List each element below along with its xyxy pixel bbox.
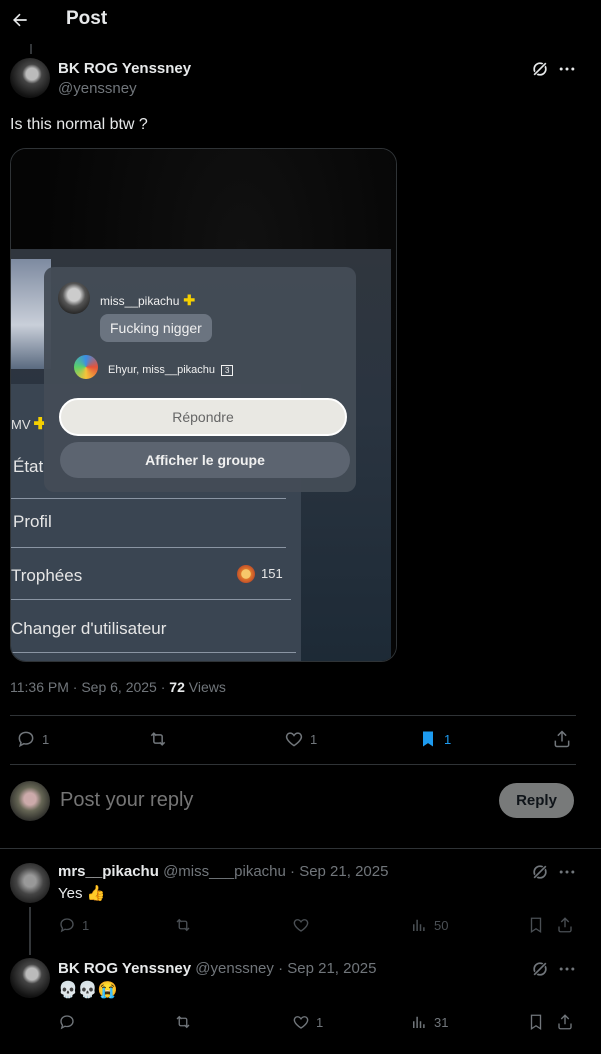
header: Post (0, 0, 601, 42)
reply-input[interactable] (60, 786, 480, 814)
share-action[interactable] (552, 729, 572, 749)
reply-text: Yes 👍 (58, 885, 106, 902)
bookmark-icon (530, 917, 542, 934)
repost-icon (176, 1015, 190, 1029)
share-icon (554, 730, 570, 748)
page-title: Post (66, 8, 108, 29)
group-avatar (74, 355, 98, 379)
reply-icon (60, 918, 74, 933)
reply-author-name[interactable]: BK ROG Yenssney (58, 960, 191, 977)
bookmark-action[interactable] (527, 1013, 545, 1031)
reply-action[interactable]: 1 (16, 729, 49, 749)
trophy-icon (237, 565, 255, 583)
reply-icon (60, 1015, 74, 1030)
bookmark-count: 1 (444, 731, 452, 747)
share-action[interactable] (556, 1013, 574, 1031)
analytics-icon (413, 919, 425, 931)
side-label: MV ✚ (11, 416, 47, 433)
menu-item-profile: Profil (13, 512, 52, 531)
reply-avatar[interactable] (10, 958, 50, 998)
reply-text: 💀💀😭 (58, 982, 118, 999)
bookmark-action[interactable] (527, 916, 545, 934)
reply-author-handle[interactable]: @yenssney (195, 960, 274, 977)
more-options-icon[interactable] (557, 959, 577, 979)
like-action[interactable]: 1 (284, 729, 317, 749)
author-name[interactable]: BK ROG Yenssney (58, 60, 191, 77)
heart-icon (285, 732, 303, 747)
reply-header: mrs__pikachu @miss___pikachu · Sep 21, 2… (58, 863, 388, 880)
composer-avatar (10, 781, 50, 821)
like-action[interactable] (292, 916, 310, 934)
share-icon (558, 917, 572, 933)
trophy-count: 151 (261, 566, 283, 581)
popup-avatar (58, 282, 90, 314)
post-timestamp[interactable]: 11:36 PM · Sep 6, 2025 · (10, 679, 165, 695)
like-count: 1 (310, 731, 318, 747)
grok-icon[interactable] (530, 59, 550, 79)
reply-icon (18, 731, 34, 748)
reply-count: 1 (42, 731, 50, 747)
menu-item-switch-user: Changer d'utilisateur (11, 619, 167, 638)
share-icon (558, 1014, 572, 1030)
post-meta: 11:36 PM · Sep 6, 2025 · 72 Views (10, 679, 226, 695)
analytics-icon (413, 1016, 425, 1028)
bookmark-action[interactable]: 1 (418, 729, 451, 749)
reply-submit-button[interactable]: Reply (499, 783, 574, 818)
post-text: Is this normal btw ? (10, 116, 148, 133)
message-popup: miss__pikachu ✚ Fucking nigger Ehyur, mis… (44, 267, 356, 492)
author-handle[interactable]: @yenssney (58, 80, 137, 97)
reply-avatar[interactable] (10, 863, 50, 903)
reply-date[interactable]: · Sep 21, 2025 (290, 863, 388, 880)
menu-item-state: État (13, 457, 44, 476)
popup-username: miss__pikachu ✚ (100, 292, 196, 308)
repost-action[interactable] (148, 729, 168, 749)
message-bubble: Fucking nigger (100, 314, 212, 342)
repost-action[interactable] (174, 916, 192, 934)
repost-action[interactable] (174, 1013, 192, 1031)
menu-item-trophies: Trophées (11, 566, 83, 585)
heart-icon (293, 1016, 309, 1029)
reply-action[interactable] (58, 1013, 76, 1031)
repost-icon (150, 732, 166, 746)
view-group-button[interactable]: Afficher le groupe (60, 442, 350, 478)
grok-icon[interactable] (530, 862, 550, 882)
author-avatar[interactable] (10, 58, 50, 98)
share-action[interactable] (556, 916, 574, 934)
reply-author-handle[interactable]: @miss___pikachu (163, 863, 286, 880)
reply-header: BK ROG Yenssney @yenssney · Sep 21, 2025 (58, 960, 377, 977)
reply-action[interactable]: 1 (58, 916, 89, 934)
bookmark-icon (530, 1014, 542, 1031)
views-action[interactable]: 50 (410, 916, 448, 934)
views-label: Views (188, 679, 226, 695)
reply-author-name[interactable]: mrs__pikachu (58, 863, 159, 880)
more-options-icon[interactable] (557, 59, 577, 79)
group-text: Ehyur, miss__pikachu 3 (108, 364, 234, 376)
views-count: 72 (169, 679, 185, 695)
bookmark-filled-icon (423, 731, 433, 747)
like-action[interactable]: 1 (292, 1013, 323, 1031)
heart-icon (293, 919, 309, 932)
post-media[interactable]: MV ✚ État Profil Trophées 151 Changer d'u… (10, 148, 397, 662)
grok-icon[interactable] (530, 959, 550, 979)
reply-button[interactable]: Répondre (59, 398, 347, 436)
more-options-icon[interactable] (557, 862, 577, 882)
reply-date[interactable]: · Sep 21, 2025 (278, 960, 376, 977)
back-arrow-icon[interactable] (10, 10, 30, 30)
views-action[interactable]: 31 (410, 1013, 448, 1031)
repost-icon (176, 918, 190, 932)
